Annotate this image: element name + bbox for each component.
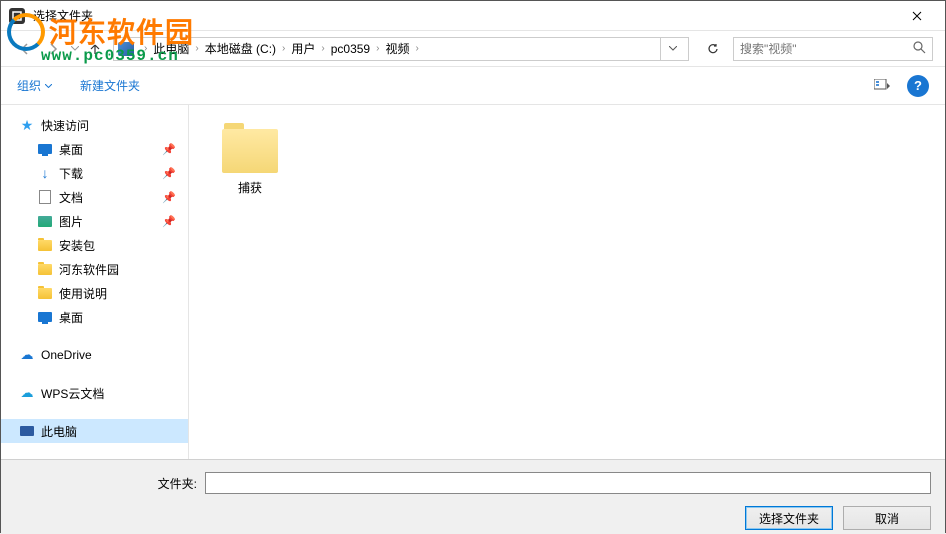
app-icon — [9, 8, 25, 24]
sidebar-this-pc[interactable]: 此电脑 — [1, 419, 188, 443]
sidebar-label: 使用说明 — [59, 285, 107, 302]
help-button[interactable]: ? — [907, 75, 929, 97]
chevron-right-icon: › — [376, 43, 379, 54]
cloud-icon: ☁ — [19, 347, 35, 363]
breadcrumb-item[interactable]: 视频 — [385, 40, 409, 57]
cancel-button[interactable]: 取消 — [843, 506, 931, 530]
organize-menu[interactable]: 组织 — [17, 77, 52, 94]
titlebar: 选择文件夹 — [1, 1, 945, 31]
sidebar-label: 文档 — [59, 189, 83, 206]
close-button[interactable] — [897, 2, 937, 30]
sidebar-label: 河东软件园 — [59, 261, 119, 278]
folder-icon — [37, 261, 53, 277]
star-icon: ★ — [19, 117, 35, 133]
organize-label: 组织 — [17, 77, 41, 94]
sidebar-item-folder[interactable]: 使用说明 — [1, 281, 188, 305]
sidebar-label: 桌面 — [59, 309, 83, 326]
chevron-right-icon: › — [415, 43, 418, 54]
toolbar: 组织 新建文件夹 ? — [1, 67, 945, 105]
videos-folder-icon — [118, 42, 134, 56]
sidebar-item-desktop[interactable]: 桌面 — [1, 305, 188, 329]
sidebar-item-folder[interactable]: 河东软件园 — [1, 257, 188, 281]
folder-name-input[interactable] — [205, 472, 931, 494]
pin-icon: 📌 — [162, 215, 176, 228]
navbar: › 此电脑 › 本地磁盘 (C:) › 用户 › pc0359 › 视频 › — [1, 31, 945, 67]
back-button[interactable] — [13, 37, 37, 61]
folder-item[interactable]: 捕获 — [205, 121, 295, 204]
refresh-button[interactable] — [701, 37, 725, 61]
download-icon: ↓ — [37, 165, 53, 181]
sidebar-label: 下载 — [59, 165, 83, 182]
chevron-right-icon: › — [144, 43, 147, 54]
new-folder-button[interactable]: 新建文件夹 — [80, 77, 140, 94]
sidebar-label: 此电脑 — [41, 423, 77, 440]
bottom-panel: 文件夹: 选择文件夹 取消 — [1, 459, 945, 534]
window-title: 选择文件夹 — [33, 7, 897, 24]
folder-input-label: 文件夹: — [15, 475, 205, 492]
folder-icon — [37, 285, 53, 301]
recent-dropdown[interactable] — [69, 37, 81, 61]
folder-icon — [37, 237, 53, 253]
breadcrumb-item[interactable]: 用户 — [291, 40, 315, 57]
sidebar-item-folder[interactable]: 安装包 — [1, 233, 188, 257]
cloud-icon: ☁ — [19, 385, 35, 401]
desktop-icon — [37, 309, 53, 325]
new-folder-label: 新建文件夹 — [80, 77, 140, 94]
forward-button[interactable] — [41, 37, 65, 61]
picture-icon — [37, 213, 53, 229]
search-icon[interactable] — [913, 41, 926, 57]
breadcrumb-item[interactable]: pc0359 — [331, 42, 370, 56]
sidebar-label: 快速访问 — [41, 117, 89, 134]
sidebar-onedrive[interactable]: ☁ OneDrive — [1, 343, 188, 367]
up-button[interactable] — [85, 39, 105, 59]
sidebar-item-downloads[interactable]: ↓ 下载 📌 — [1, 161, 188, 185]
chevron-right-icon: › — [282, 43, 285, 54]
main-area: ★ 快速访问 桌面 📌 ↓ 下载 📌 文档 📌 图片 📌 — [1, 105, 945, 459]
pin-icon: 📌 — [162, 143, 176, 156]
pin-icon: 📌 — [162, 191, 176, 204]
sidebar-quick-access[interactable]: ★ 快速访问 — [1, 113, 188, 137]
chevron-down-icon — [45, 84, 52, 88]
sidebar-wps[interactable]: ☁ WPS云文档 — [1, 381, 188, 405]
select-folder-button[interactable]: 选择文件夹 — [745, 506, 833, 530]
sidebar-label: WPS云文档 — [41, 385, 104, 402]
chevron-right-icon: › — [321, 43, 324, 54]
sidebar-label: 桌面 — [59, 141, 83, 158]
desktop-icon — [37, 141, 53, 157]
pc-icon — [19, 423, 35, 439]
search-input[interactable] — [740, 42, 913, 56]
sidebar-label: OneDrive — [41, 348, 92, 362]
document-icon — [37, 189, 53, 205]
breadcrumb-dropdown[interactable] — [660, 38, 684, 60]
chevron-right-icon: › — [195, 43, 198, 54]
search-box[interactable] — [733, 37, 933, 61]
breadcrumb-bar[interactable]: › 此电脑 › 本地磁盘 (C:) › 用户 › pc0359 › 视频 › — [113, 37, 689, 61]
pin-icon: 📌 — [162, 167, 176, 180]
content-pane[interactable]: 捕获 — [189, 105, 945, 459]
sidebar-network[interactable]: 网络 — [1, 457, 188, 459]
sidebar-label: 安装包 — [59, 237, 95, 254]
breadcrumb-item[interactable]: 此电脑 — [153, 40, 189, 57]
folder-name-label: 捕获 — [238, 179, 262, 196]
folder-icon — [222, 129, 278, 173]
sidebar-label: 图片 — [59, 213, 83, 230]
sidebar-item-desktop[interactable]: 桌面 📌 — [1, 137, 188, 161]
sidebar-item-pictures[interactable]: 图片 📌 — [1, 209, 188, 233]
sidebar-item-documents[interactable]: 文档 📌 — [1, 185, 188, 209]
sidebar: ★ 快速访问 桌面 📌 ↓ 下载 📌 文档 📌 图片 📌 — [1, 105, 189, 459]
breadcrumb-item[interactable]: 本地磁盘 (C:) — [205, 40, 276, 57]
view-options-button[interactable] — [867, 74, 899, 98]
